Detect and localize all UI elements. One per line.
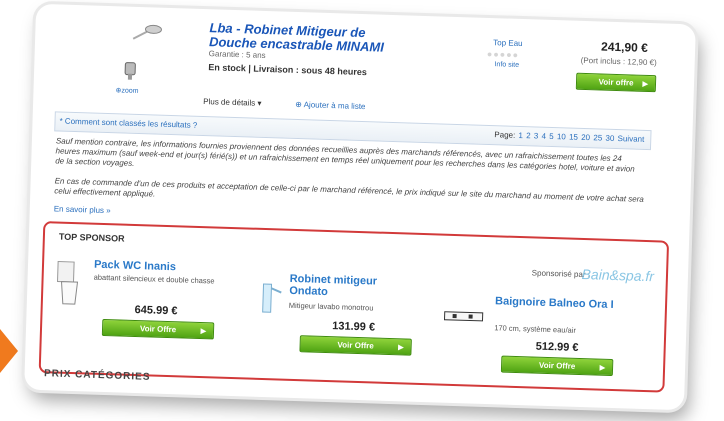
page-link[interactable]: 5 xyxy=(549,132,554,141)
page-link[interactable]: 20 xyxy=(581,133,590,142)
add-icon: ⊕ xyxy=(295,99,303,110)
product-guarantee: Garantie : 5 ans xyxy=(208,49,266,60)
product-price: 241,90 € xyxy=(600,39,649,55)
shower-head-image xyxy=(131,21,166,44)
page-link[interactable]: 4 xyxy=(541,132,546,141)
page-link[interactable]: 3 xyxy=(534,131,539,140)
sponsor-item-price: 512.99 € xyxy=(535,340,579,354)
arrow-right-icon: ▶ xyxy=(200,327,207,335)
bathtub-image[interactable] xyxy=(442,308,486,325)
sponsor-heading: TOP SPONSOR xyxy=(58,231,125,244)
sponsor-item-title[interactable]: Baignoire Balneo Ora I xyxy=(495,295,625,311)
ranking-explanation-link[interactable]: * Comment sont classés les résultats ? xyxy=(59,117,197,130)
chevron-down-icon: ▾ xyxy=(257,98,262,108)
faucet-thumbnail[interactable] xyxy=(119,58,144,83)
page-link[interactable]: 1 xyxy=(518,131,523,140)
sponsor-item-price: 645.99 € xyxy=(134,303,178,318)
shipping-cost: (Port inclus : 12,90 €) xyxy=(580,55,657,68)
sponsor-offer-button[interactable]: Voir Offre ▶ xyxy=(101,318,215,340)
product-stock: En stock | Livraison : sous 48 heures xyxy=(208,62,367,78)
sponsor-item-price: 131.99 € xyxy=(332,320,376,334)
page-link[interactable]: 15 xyxy=(569,133,578,142)
sponsor-offer-button[interactable]: Voir Offre ▶ xyxy=(500,355,614,377)
pagination: Page: 1 2 3 4 5 10 15 20 25 30 Suivant xyxy=(494,130,645,144)
sponsor-item-desc: 170 cm, système eau/air xyxy=(494,323,577,335)
sponsor-logo[interactable]: Bain&spa.fr xyxy=(581,266,654,284)
merchant-name[interactable]: Top Eau xyxy=(493,38,523,48)
arrow-right-icon: ▶ xyxy=(642,80,649,88)
view-offer-button[interactable]: Voir offre ▶ xyxy=(575,72,657,93)
page-link[interactable]: 25 xyxy=(593,133,602,142)
product-listing-card: ⊕zoom Lba - Robinet Mitigeur de Douche e… xyxy=(24,3,696,411)
add-to-list-link[interactable]: ⊕ Ajouter à ma liste xyxy=(295,100,366,111)
orange-pointer-arrow xyxy=(0,329,18,373)
more-details-dropdown[interactable]: Plus de détails ▾ xyxy=(203,97,262,108)
arrow-right-icon: ▶ xyxy=(599,364,606,372)
page-link[interactable]: 10 xyxy=(557,132,566,141)
rating-dots: ●●●●● xyxy=(486,48,520,60)
faucet-image[interactable] xyxy=(252,278,283,319)
sponsor-item-desc: Mitigeur lavabo monotrou xyxy=(288,300,374,313)
next-page-link[interactable]: Suivant xyxy=(617,134,644,144)
learn-more-link[interactable]: En savoir plus » xyxy=(54,204,111,215)
page-link[interactable]: 30 xyxy=(605,134,614,143)
sponsor-offer-button[interactable]: Voir Offre ▶ xyxy=(299,335,412,356)
arrow-right-icon: ▶ xyxy=(398,343,404,351)
sponsor-item-desc: abattant silencieux et double chasse xyxy=(93,272,215,286)
sponsor-item-title[interactable]: Robinet mitigeur Ondato xyxy=(289,273,400,300)
wc-pack-image[interactable] xyxy=(53,259,90,308)
zoom-link[interactable]: ⊕zoom xyxy=(115,86,138,95)
page-link[interactable]: 2 xyxy=(526,131,531,140)
top-sponsor-box: TOP SPONSOR Sponsorisé par : Bain&spa.fr… xyxy=(38,221,670,393)
merchant-info-link[interactable]: Info site xyxy=(494,61,519,69)
